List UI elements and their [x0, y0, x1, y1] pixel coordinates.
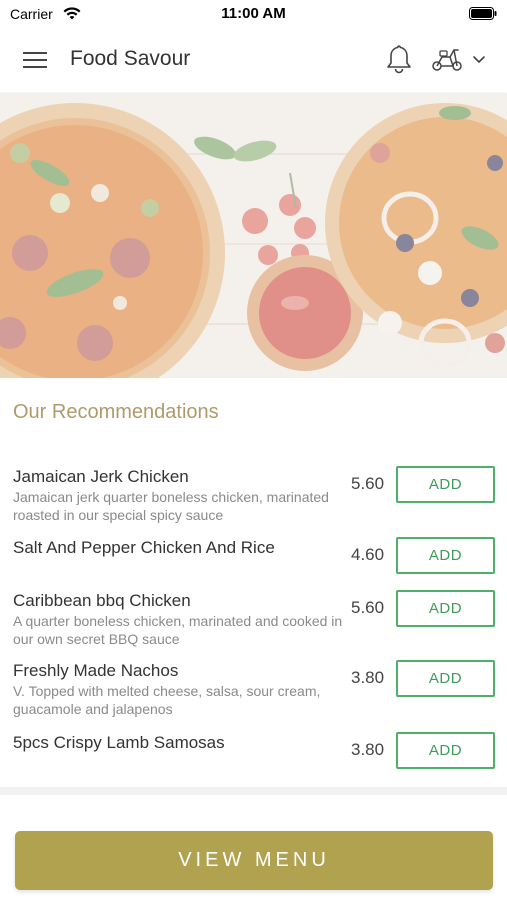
clock: 11:00 AM	[221, 5, 286, 22]
app-header: Food Savour	[0, 28, 507, 92]
add-button[interactable]: ADD	[396, 732, 495, 769]
item-price: 3.80	[351, 668, 385, 687]
status-bar: Carrier 11:00 AM	[0, 0, 507, 28]
item-name: Jamaican Jerk Chicken	[13, 467, 189, 486]
hero-banner-image	[0, 93, 507, 378]
item-description: V. Topped with melted cheese, salsa, sou…	[13, 683, 321, 717]
item-description: Jamaican jerk quarter boneless chicken, …	[13, 489, 329, 523]
add-button[interactable]: ADD	[396, 466, 495, 503]
recommendations-title: Our Recommendations	[13, 401, 219, 423]
item-name: Caribbean bbq Chicken	[13, 591, 191, 610]
battery-icon	[469, 7, 497, 20]
app-title: Food Savour	[70, 47, 191, 70]
list-item: Jamaican Jerk Chicken Jamaican jerk quar…	[0, 455, 507, 525]
item-price: 4.60	[351, 545, 385, 564]
item-name: Freshly Made Nachos	[13, 661, 179, 680]
list-item: Salt And Pepper Chicken And Rice 4.60 AD…	[0, 527, 507, 577]
list-item: Freshly Made Nachos V. Topped with melte…	[0, 650, 507, 720]
view-menu-button[interactable]: VIEW MENU	[15, 831, 493, 890]
add-button[interactable]: ADD	[396, 590, 495, 627]
item-name: 5pcs Crispy Lamb Samosas	[13, 733, 225, 752]
item-name: Salt And Pepper Chicken And Rice	[13, 538, 275, 557]
item-description: A quarter boneless chicken, marinated an…	[13, 613, 343, 647]
chevron-down-icon[interactable]	[471, 52, 487, 66]
list-item: Caribbean bbq Chicken A quarter boneless…	[0, 579, 507, 649]
hamburger-menu-icon[interactable]	[20, 46, 50, 74]
add-button[interactable]: ADD	[396, 537, 495, 574]
item-price: 3.80	[351, 740, 385, 759]
section-divider	[0, 787, 507, 795]
item-price: 5.60	[351, 598, 385, 617]
list-item: 5pcs Crispy Lamb Samosas 3.80 ADD	[0, 721, 507, 771]
pizza-illustration	[0, 93, 507, 378]
item-price: 5.60	[351, 474, 385, 493]
bell-icon[interactable]	[384, 43, 414, 75]
add-button[interactable]: ADD	[396, 660, 495, 697]
scooter-icon[interactable]	[430, 45, 464, 73]
